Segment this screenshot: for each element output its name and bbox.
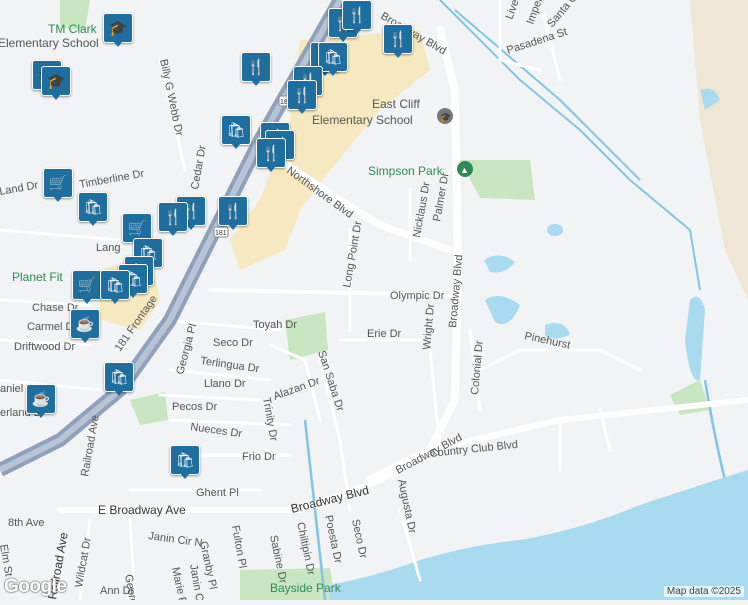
restaurant-icon: 🍴: [256, 138, 286, 168]
restaurant-pin[interactable]: 🍴: [256, 138, 286, 172]
restaurant-pin[interactable]: 🍴: [383, 24, 413, 58]
restaurant-pin[interactable]: 🍴: [342, 0, 372, 34]
street-olympic: Olympic Dr: [390, 290, 445, 302]
cafe-pin[interactable]: ☕: [26, 384, 56, 418]
school-marker-glyph: 🎓: [440, 112, 451, 122]
restaurant-pin[interactable]: 🍴: [241, 52, 271, 86]
shopping-bag-icon: 🛍: [221, 115, 251, 145]
shopping-pin[interactable]: 🛍: [100, 270, 130, 304]
shopping-bag-icon: 🛍: [78, 192, 108, 222]
street-lang: Lang: [96, 242, 120, 254]
place-planet-fitness: Planet Fit: [12, 270, 63, 284]
restaurant-icon: 🍴: [158, 202, 188, 232]
school-icon: 🎓: [41, 66, 71, 96]
street-carmel: Carmel D: [27, 321, 74, 333]
school-pin[interactable]: 🎓: [103, 13, 133, 47]
place-east-cliff: East Cliff: [372, 97, 420, 111]
place-tm-clark-school: Elementary School: [0, 36, 99, 50]
restaurant-icon: 🍴: [241, 52, 271, 82]
street-ghent: Ghent Pl: [196, 487, 239, 499]
coffee-cup-icon: ☕: [26, 384, 56, 414]
school-pin[interactable]: 🎓: [41, 66, 71, 100]
shopping-bag-icon: 🛍: [170, 445, 200, 475]
shopping-cart-icon: 🛒: [43, 168, 73, 198]
street-ann: Ann Dr: [100, 585, 135, 597]
google-logo: Google: [4, 576, 67, 597]
coffee-cup-icon: ☕: [70, 309, 100, 339]
street-erie: Erie Dr: [367, 328, 402, 340]
restaurant-pin[interactable]: 🍴: [218, 196, 248, 230]
park-marker-glyph: ▲: [460, 165, 469, 175]
hwy-shield-label: 181: [215, 230, 227, 237]
street-toyah: Toyah Dr: [253, 319, 297, 331]
pond: [547, 224, 563, 236]
place-tm-clark: TM Clark: [48, 22, 98, 36]
place-east-cliff-school: Elementary School: [312, 113, 413, 127]
restaurant-icon: 🍴: [218, 196, 248, 226]
street-driftwood: Driftwood Dr: [14, 341, 75, 353]
restaurant-icon: 🍴: [383, 24, 413, 54]
street-pecos: Pecos Dr: [172, 401, 218, 413]
street-frio: Frio Dr: [242, 451, 276, 463]
shopping-cart-icon: 🛒: [72, 270, 102, 300]
restaurant-pin[interactable]: 🍴: [158, 202, 188, 236]
cafe-pin[interactable]: ☕: [70, 309, 100, 343]
map-attribution[interactable]: Map data ©2025: [663, 586, 744, 597]
restaurant-icon: 🍴: [287, 80, 317, 110]
shopping-bag-icon: 🛍: [100, 270, 130, 300]
street-8th-ave: 8th Ave: [8, 517, 45, 529]
street-daniel: aniel: [0, 383, 23, 395]
restaurant-icon: 🍴: [342, 0, 372, 30]
school-icon: 🎓: [103, 13, 133, 43]
street-seco-top: Seco Dr: [213, 337, 253, 349]
shopping-pin[interactable]: 🛍: [104, 362, 134, 396]
street-llano: Llano Dr: [204, 378, 246, 390]
cart-pin[interactable]: 🛒: [43, 168, 73, 202]
cart-pin[interactable]: 🛒: [72, 270, 102, 304]
restaurant-pin[interactable]: 🍴: [287, 80, 317, 114]
map-canvas[interactable]: TM Clark Elementary School East Cliff El…: [0, 0, 748, 605]
shopping-bag-icon: 🛍: [104, 362, 134, 392]
shopping-pin[interactable]: 🛍: [221, 115, 251, 149]
street-e-broadway: E Broadway Ave: [98, 503, 186, 517]
place-simpson-park: Simpson Park: [368, 164, 444, 178]
shopping-pin[interactable]: 🛍: [170, 445, 200, 479]
shopping-pin[interactable]: 🛍: [78, 192, 108, 226]
